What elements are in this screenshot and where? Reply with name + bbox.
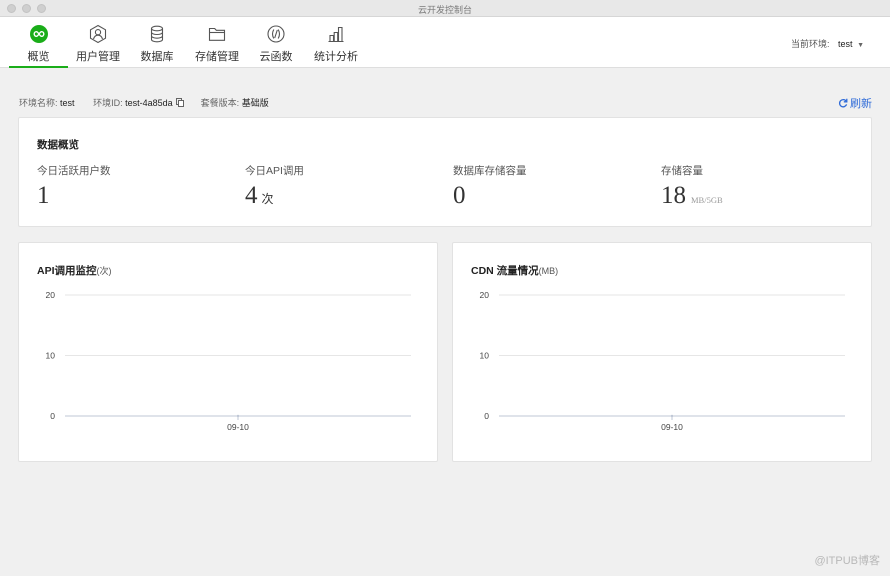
tab-users[interactable]: 用户管理	[73, 17, 123, 68]
cdn-traffic-chart: 20 10 0 09-10	[480, 290, 845, 432]
env-id-value: test-4a85da	[125, 98, 173, 108]
tab-database-label: 数据库	[140, 51, 174, 63]
database-icon	[150, 25, 164, 43]
x-tick-label: 09-10	[227, 422, 249, 432]
stat-active-users-value: 1	[37, 182, 50, 209]
y-tick-label: 10	[46, 351, 56, 361]
data-point	[670, 414, 674, 418]
y-tick-label: 20	[46, 290, 56, 300]
env-info-bar: 环境名称: test 环境ID: test-4a85da 套餐版本: 基础版	[19, 96, 285, 109]
copy-icon[interactable]	[176, 98, 185, 107]
close-window-button[interactable]	[7, 4, 16, 13]
caret-down-icon: ▼	[857, 42, 864, 49]
data-overview-panel: 数据概览 今日活跃用户数 1 今日API调用 4次 数据库存储容量 0 存储容量…	[18, 117, 872, 227]
tab-overview-label: 概览	[27, 51, 50, 63]
stat-db-storage-value: 0	[453, 182, 466, 209]
tab-cloud-functions[interactable]: 云函数	[256, 17, 296, 68]
tab-cloud-functions-label: 云函数	[259, 51, 293, 63]
tab-overview[interactable]: 概览	[9, 17, 68, 68]
tab-users-label: 用户管理	[76, 51, 120, 63]
y-tick-label: 10	[480, 351, 490, 361]
stat-active-users: 今日活跃用户数 1	[37, 163, 111, 210]
refresh-icon	[838, 98, 848, 108]
data-overview-title: 数据概览	[37, 139, 79, 151]
env-switcher-value: test	[838, 39, 853, 49]
stat-api-calls-label: 今日API调用	[245, 165, 304, 177]
env-id-label: 环境ID:	[93, 98, 123, 108]
cdn-traffic-panel: CDN 流量情况(MB) 20 10 0 09-10	[452, 242, 872, 462]
stat-active-users-label: 今日活跃用户数	[37, 165, 111, 177]
stat-api-calls: 今日API调用 4次	[245, 163, 304, 210]
tab-statistics-label: 统计分析	[314, 51, 358, 63]
folder-icon	[208, 27, 226, 41]
y-tick-label: 0	[50, 411, 55, 421]
stat-db-storage: 数据库存储容量 0	[453, 163, 527, 210]
data-point	[236, 414, 240, 418]
stat-db-storage-label: 数据库存储容量	[453, 165, 527, 177]
tab-storage[interactable]: 存储管理	[192, 17, 242, 68]
api-monitor-chart: 20 10 0 09-10	[46, 290, 411, 432]
zoom-window-button[interactable]	[37, 4, 46, 13]
refresh-button[interactable]: 刷新	[838, 95, 872, 111]
users-icon	[89, 24, 107, 44]
window-title: 云开发控制台	[417, 5, 472, 15]
window-titlebar: 云开发控制台	[0, 0, 890, 17]
tab-statistics[interactable]: 统计分析	[311, 17, 361, 68]
function-icon	[267, 25, 285, 43]
infinity-icon	[29, 25, 48, 43]
y-tick-label: 0	[484, 411, 489, 421]
top-nav: 概览 用户管理 数据库 存储管理 云函数 统计分析 当前环境: test ▼	[0, 17, 890, 68]
watermark: @ITPUB博客	[814, 555, 880, 567]
env-switcher-label: 当前环境:	[791, 39, 830, 49]
stat-storage-unit: MB/5GB	[691, 195, 723, 205]
plan-value: 基础版	[241, 98, 269, 108]
plan-label: 套餐版本:	[200, 98, 240, 108]
refresh-label: 刷新	[850, 98, 872, 110]
env-name-value: test	[60, 98, 75, 108]
stat-api-calls-value: 4	[245, 182, 258, 209]
tab-storage-label: 存储管理	[195, 51, 239, 63]
x-tick-label: 09-10	[661, 422, 683, 432]
minimize-window-button[interactable]	[22, 4, 31, 13]
y-tick-label: 20	[480, 290, 490, 300]
stats-icon	[328, 26, 344, 43]
tab-database[interactable]: 数据库	[137, 17, 177, 68]
stat-storage-value: 18	[661, 182, 686, 209]
stat-api-calls-unit: 次	[261, 192, 274, 206]
stat-storage: 存储容量 18 MB/5GB	[661, 163, 723, 210]
stat-storage-label: 存储容量	[661, 165, 703, 177]
api-monitor-panel: API调用监控(次) 20 10 0 09-10	[18, 242, 438, 462]
env-switcher[interactable]: 当前环境: test ▼	[791, 37, 864, 50]
env-name-label: 环境名称:	[19, 98, 58, 108]
